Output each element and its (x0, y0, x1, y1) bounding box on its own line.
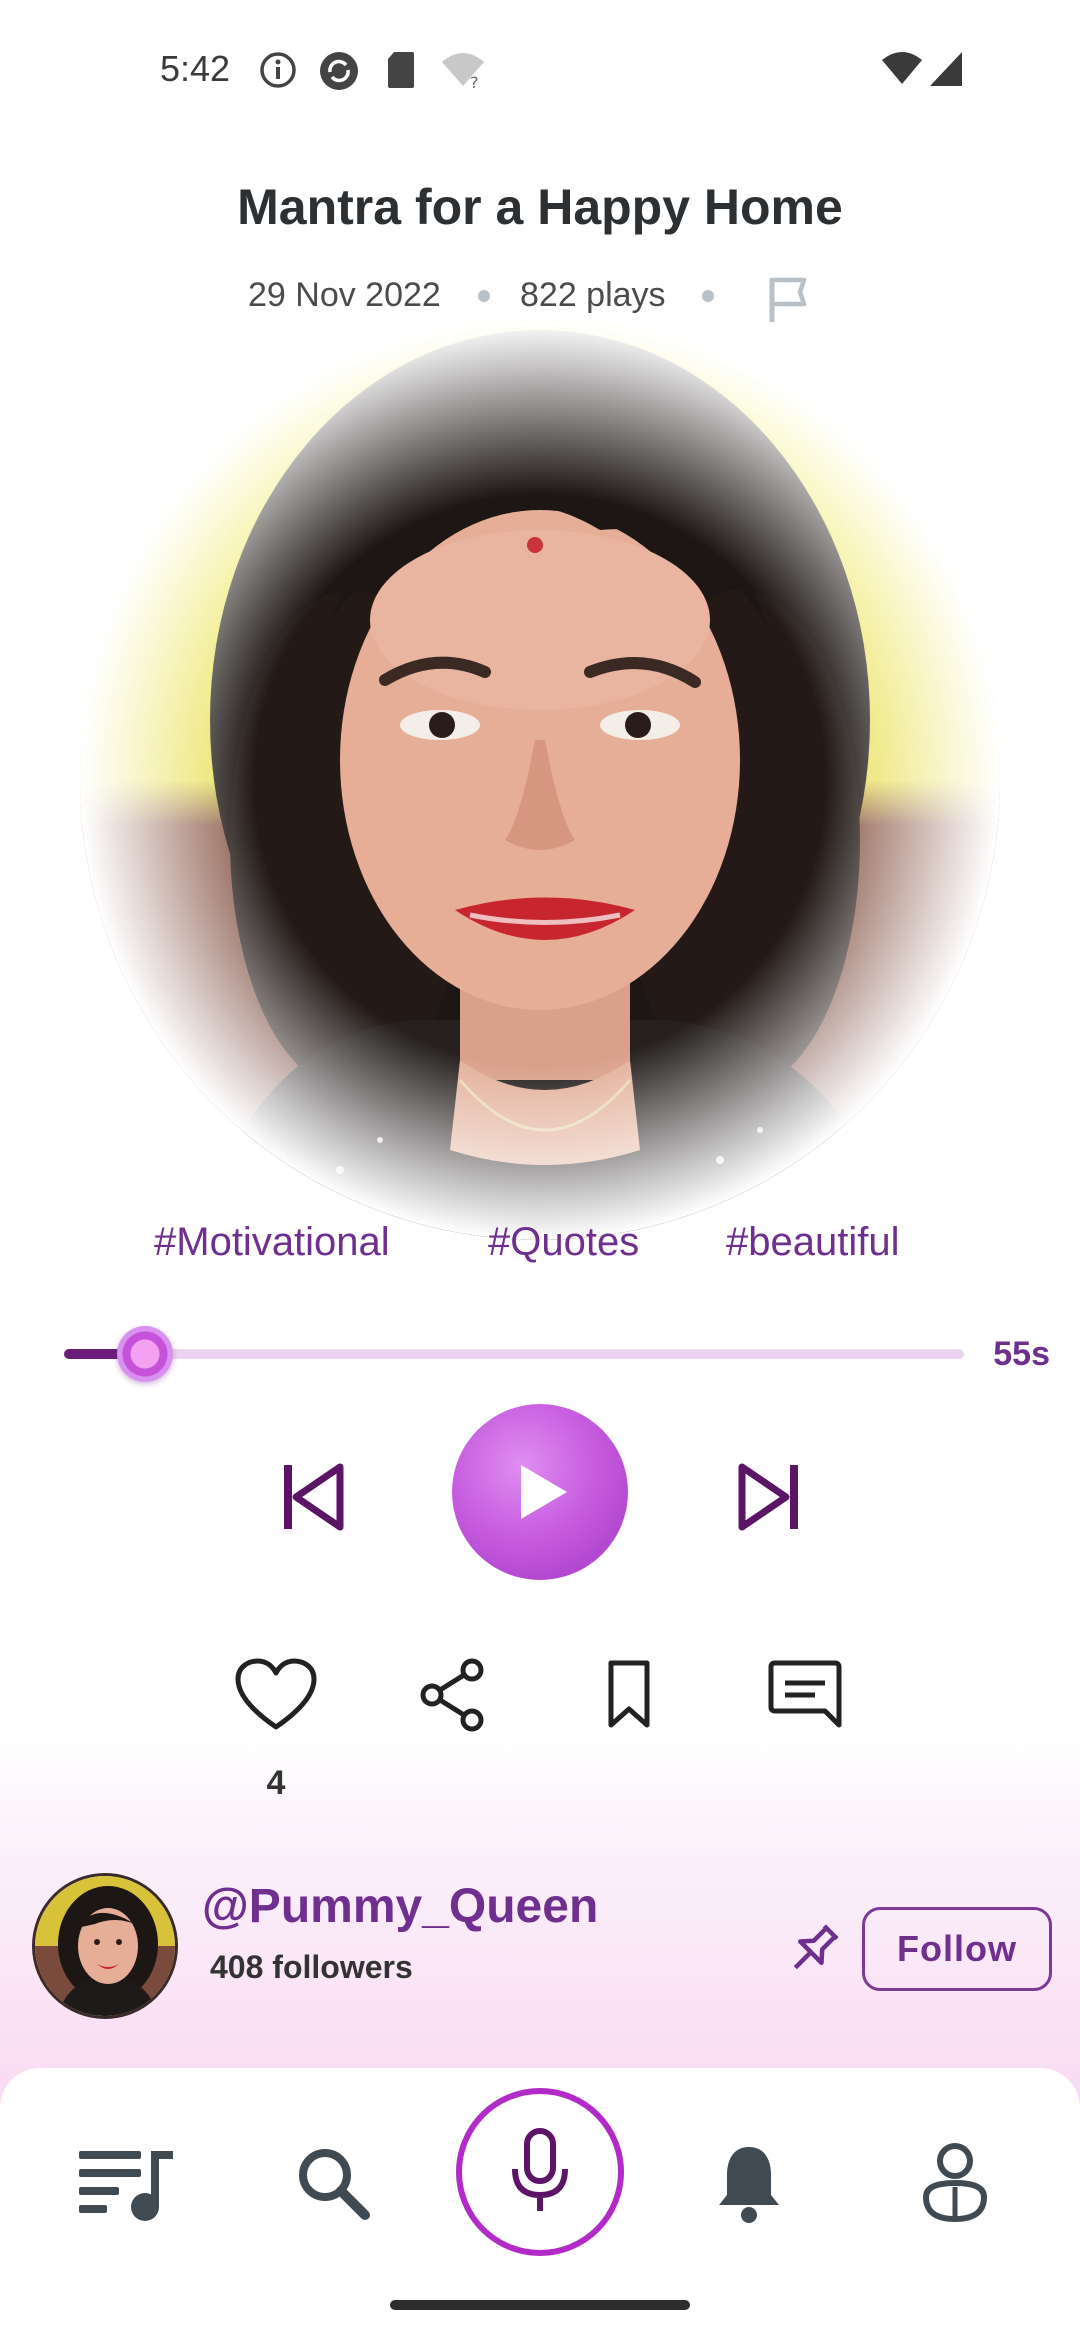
search-icon (299, 2149, 370, 2220)
hashtag-motivational[interactable]: #Motivational (154, 1220, 390, 1265)
share-icon (420, 1658, 484, 1732)
creator-profile: @Pummy_Queen 408 followers Follow (0, 1865, 1080, 2025)
avatar-image (35, 1876, 175, 2016)
nav-playlist[interactable] (72, 2128, 182, 2238)
remaining-time: 55s (993, 1335, 1050, 1373)
report-flag-icon[interactable] (760, 272, 816, 328)
play-icon (521, 1465, 567, 1519)
track-title: Mantra for a Happy Home (237, 179, 843, 235)
track-actions: 4 (0, 1650, 1080, 1820)
pin-icon[interactable] (780, 1917, 846, 1983)
track-meta: 29 Nov 2022 822 plays (0, 272, 1080, 322)
bookmark-button[interactable] (584, 1650, 674, 1740)
track-date: 29 Nov 2022 (248, 276, 441, 314)
artwork-portrait (80, 320, 1000, 1240)
comment-button[interactable] (760, 1650, 850, 1740)
creator-username[interactable]: @Pummy_Queen (202, 1879, 598, 1934)
heart-icon (235, 1658, 317, 1730)
play-button[interactable] (452, 1404, 628, 1580)
share-button[interactable] (408, 1650, 498, 1740)
like-button[interactable] (231, 1650, 321, 1740)
separator-dot (478, 290, 490, 302)
creator-avatar[interactable] (32, 1873, 178, 2019)
hashtag-beautiful[interactable]: #beautiful (726, 1220, 899, 1265)
creator-followers: 408 followers (210, 1949, 413, 1985)
like-count: 4 (266, 1764, 286, 1802)
home-indicator[interactable] (390, 2300, 690, 2310)
wifi-question-icon: ? (442, 53, 484, 90)
bookmark-icon (608, 1660, 650, 1728)
svg-text:?: ? (470, 73, 479, 90)
hashtag-quotes[interactable]: #Quotes (488, 1220, 639, 1265)
separator-dot (702, 290, 714, 302)
skip-next-icon[interactable] (728, 1455, 812, 1539)
nav-profile[interactable] (900, 2128, 1010, 2238)
sync-icon (320, 52, 358, 90)
status-time: 5:42 (160, 48, 231, 89)
status-bar: 5:42 ? (0, 0, 1080, 140)
record-button[interactable] (456, 2088, 624, 2256)
cell-signal-icon (930, 52, 962, 86)
microphone-icon (512, 2128, 568, 2211)
audio-player-screen: 5:42 ? Mantra for a Happy Home 29 Nov 20… (0, 0, 1080, 2340)
seek-thumb[interactable] (117, 1326, 173, 1382)
wifi-icon (882, 52, 922, 84)
follow-button[interactable]: Follow (862, 1907, 1052, 1991)
sd-card-icon (388, 52, 414, 88)
skip-previous-icon[interactable] (270, 1455, 354, 1539)
info-icon (260, 52, 296, 88)
profile-icon (922, 2143, 988, 2223)
nav-search[interactable] (278, 2128, 388, 2238)
comment-icon (768, 1660, 842, 1728)
playback-controls (0, 1400, 1080, 1580)
bell-icon (719, 2147, 779, 2223)
track-plays: 822 plays (520, 276, 666, 314)
seek-bar[interactable] (64, 1326, 964, 1382)
hashtag-list: #Motivational #Quotes #beautiful (0, 1220, 1080, 1280)
bottom-navigation (0, 2068, 1080, 2340)
nav-notifications[interactable] (694, 2128, 804, 2238)
track-artwork (80, 320, 1000, 1240)
playlist-icon (79, 2151, 173, 2221)
playback-progress: 55s (20, 1305, 1060, 1405)
